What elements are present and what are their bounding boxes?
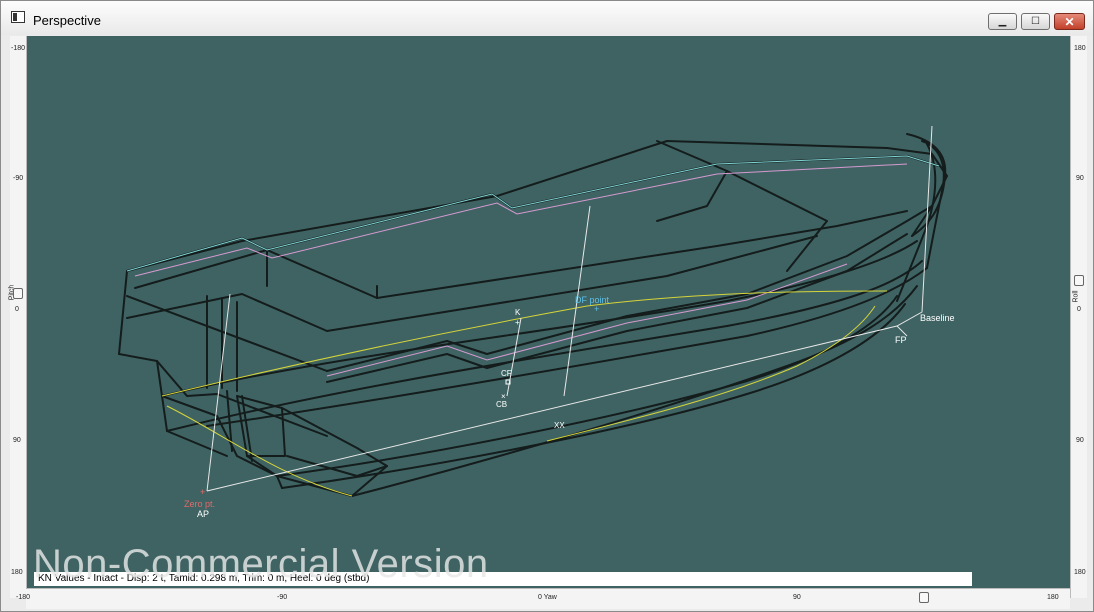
k-label: K	[515, 308, 521, 317]
maximize-button[interactable]: ☐	[1021, 13, 1050, 30]
bow-stem	[906, 133, 947, 237]
cb-label: CB	[496, 400, 507, 409]
perspective-window: Perspective ▁ ☐ ✕ -180 -90 0 90 180 Pitc…	[0, 0, 1094, 612]
transom	[206, 295, 238, 392]
pitch-slider-thumb[interactable]	[13, 288, 23, 299]
sheer-highlight-cyan	[126, 155, 940, 272]
pitch-tick: 90	[13, 437, 21, 444]
roll-tick: 90	[1076, 175, 1084, 182]
g-marker-label: XX	[554, 421, 565, 430]
yaw-tick: -90	[277, 594, 288, 601]
pitch-tick: 180	[11, 569, 23, 576]
ap-label: AP	[197, 509, 209, 519]
title-bar[interactable]: Perspective ▁ ☐ ✕	[1, 1, 1093, 35]
yaw-tick: 0 Yaw	[538, 594, 557, 601]
cabin-edge	[134, 210, 908, 299]
perspective-viewport[interactable]: DF point + K + CF × CB XX Baseline FP + …	[27, 36, 1070, 588]
deck-edge-lower	[326, 233, 908, 383]
roll-label: Roll	[1072, 290, 1080, 303]
fp-label: FP	[895, 335, 907, 345]
deck-outline	[118, 140, 948, 355]
cf-label: CF	[501, 369, 512, 378]
roll-slider-thumb[interactable]	[1074, 275, 1084, 286]
roll-tick: 0	[1077, 306, 1081, 313]
transom	[226, 390, 253, 462]
baseline-label: Baseline	[920, 313, 955, 323]
pitch-tick: 0	[15, 306, 19, 313]
chine-line	[166, 260, 923, 432]
roll-tick: 180	[1074, 569, 1086, 576]
sheer-line	[126, 155, 940, 272]
zero-pt-label: Zero pt.	[184, 499, 215, 509]
window-icon	[11, 11, 25, 23]
yaw-ruler[interactable]: -180 -90 0 Yaw 90 180	[16, 588, 1070, 609]
cabin-edge	[126, 295, 328, 372]
k-marker: +	[515, 318, 520, 327]
cabin-edge	[656, 140, 728, 222]
roll-tick: 180	[1074, 45, 1086, 52]
roll-tick: 90	[1076, 437, 1084, 444]
yaw-tick: -180	[16, 594, 31, 601]
hull-wireframe: DF point + K + CF × CB XX Baseline FP + …	[118, 125, 955, 519]
pitch-tick: -90	[13, 175, 24, 182]
minimize-button[interactable]: ▁	[988, 13, 1017, 30]
watermark-text: Non-Commercial Version	[33, 542, 489, 586]
pitch-tick: -180	[11, 45, 26, 52]
deck-edge	[326, 205, 933, 372]
pitch-ruler[interactable]: -180 -90 0 90 180 Pitch	[8, 36, 27, 598]
waterline	[546, 305, 876, 442]
deck-highlight-pink	[134, 163, 908, 277]
df-point-marker: +	[594, 304, 599, 314]
yaw-tick: 180	[1047, 594, 1059, 601]
close-button[interactable]: ✕	[1054, 13, 1085, 30]
zero-pt-marker: +	[200, 487, 205, 497]
yaw-slider-thumb[interactable]	[919, 592, 929, 603]
roll-ruler[interactable]: 180 90 0 90 180 Roll	[1070, 36, 1087, 598]
yaw-tick: 90	[793, 594, 801, 601]
deck-highlight-pink	[326, 263, 848, 377]
window-title: Perspective	[33, 13, 101, 28]
df-point-label: DF point	[575, 295, 610, 305]
